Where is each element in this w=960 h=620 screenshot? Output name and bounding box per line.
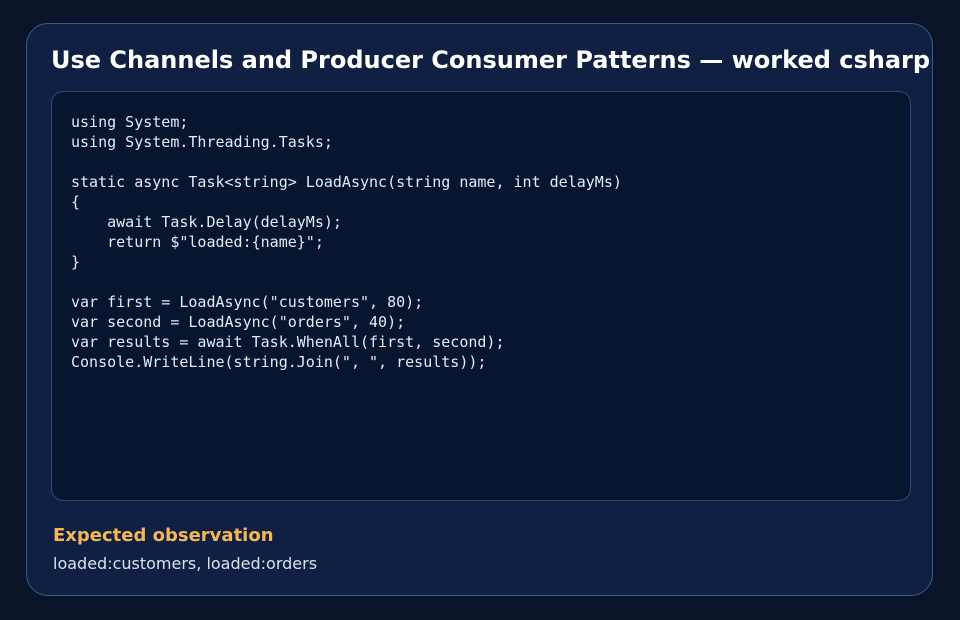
code-text[interactable]: using System; using System.Threading.Tas… xyxy=(71,112,622,372)
observation-text: loaded:customers, loaded:orders xyxy=(53,554,318,573)
code-block: using System; using System.Threading.Tas… xyxy=(51,91,911,501)
observation-heading: Expected observation xyxy=(53,525,274,546)
card-title: Use Channels and Producer Consumer Patte… xyxy=(51,46,932,74)
example-card: Use Channels and Producer Consumer Patte… xyxy=(26,23,933,596)
